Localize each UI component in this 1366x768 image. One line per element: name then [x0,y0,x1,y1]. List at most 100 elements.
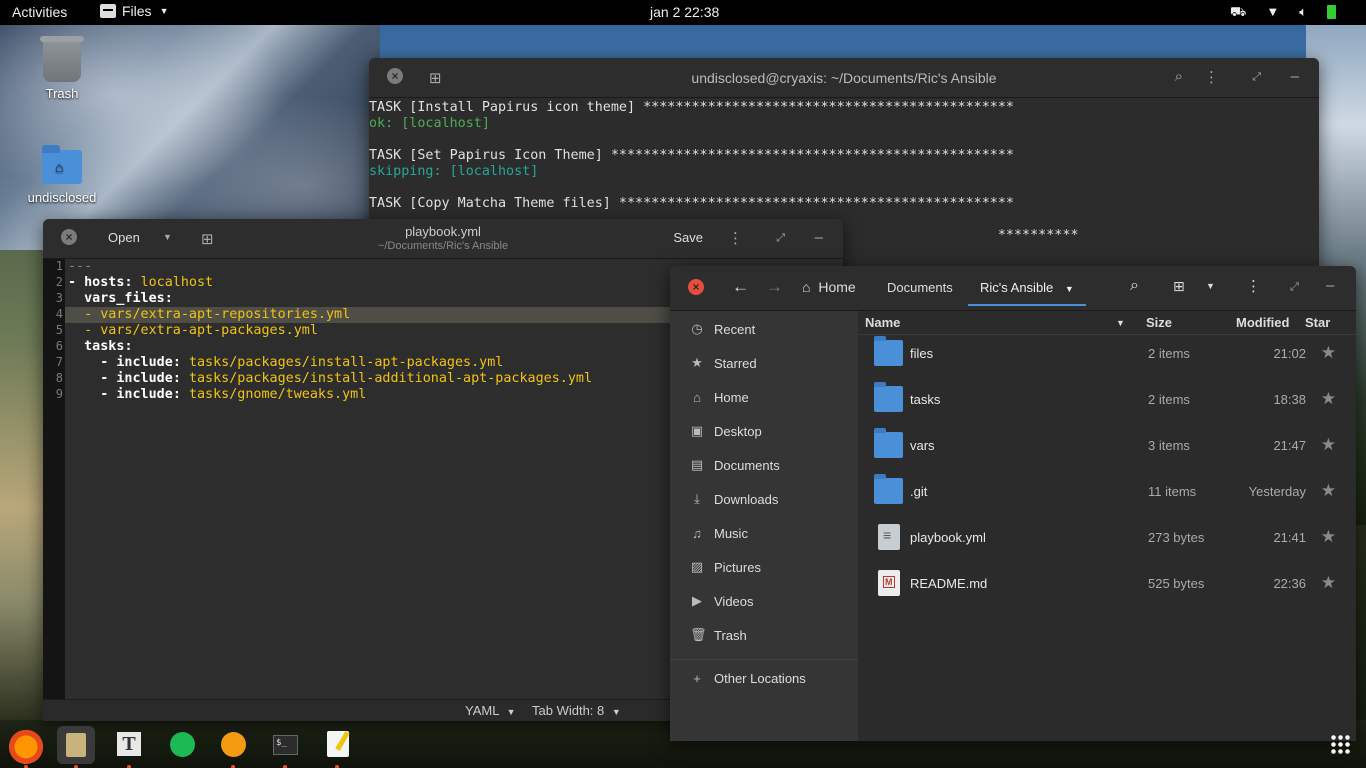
activities-button[interactable]: Activities [12,4,67,20]
volume-icon[interactable]: 🔈︎ [1299,4,1307,22]
desktop-home-folder[interactable]: ⌂ undisclosed [20,145,104,205]
files-icon[interactable] [57,726,95,768]
restore-icon[interactable]: ⤢ [1252,71,1261,84]
line-number: 8 [55,371,63,385]
firefox-icon[interactable] [7,726,45,768]
restore-icon[interactable]: ⤢ [776,232,785,245]
editor-headerbar: × Open ▼ ⊞ playbook.yml ~/Documents/Ric'… [43,219,843,259]
file-size: 2 items [1148,346,1190,361]
menu-icon[interactable]: ⋮ [728,229,743,247]
star-icon[interactable]: ★ [1321,573,1336,593]
terminal-icon[interactable]: $_ [266,726,304,768]
places-sidebar: ◷ Recent ★ Starred ⌂ Home ▣ Desktop ▤ Documen… [670,311,858,741]
menu-icon[interactable]: ⋮ [1246,277,1261,295]
save-label: Save [673,230,703,245]
forward-arrow-icon[interactable]: → [766,277,783,297]
star-icon[interactable]: ★ [1321,481,1336,501]
sidebar-item-starred[interactable]: ★ Starred [690,353,756,373]
sidebar-item-videos[interactable]: ▶ Videos [690,591,754,611]
caret-down-icon: ▼ [506,707,516,717]
document-title: playbook.yml [405,224,481,239]
terminal-line: TASK [Install Papirus icon theme] ******… [369,100,1014,115]
tab-width-selector[interactable]: Tab Width: 8 ▼ [532,703,621,718]
text-file-icon [878,524,900,550]
terminal-headerbar: × ⊞ undisclosed@cryaxis: ~/Documents/Ric… [369,58,1319,98]
star-icon[interactable]: ★ [1321,343,1336,363]
show-apps-icon[interactable] [1330,734,1350,754]
language-selector[interactable]: YAML ▼ [465,703,516,718]
home-icon: ⌂ [693,389,701,405]
sidebar-item-downloads[interactable]: ⤓ Downloads [690,489,778,509]
menu-icon[interactable]: ⋮ [1204,68,1219,86]
spotify-icon[interactable] [163,726,201,764]
text-editor-icon[interactable] [318,726,356,768]
line-number: 6 [55,339,63,353]
wifi-icon[interactable]: ▼ [1266,4,1279,22]
sidebar-item-home[interactable]: ⌂ Home [690,387,749,407]
typora-icon[interactable]: T [110,726,148,768]
desktop-trash[interactable]: Trash [30,36,94,101]
breadcrumb-documents[interactable]: Documents [887,280,953,295]
file-name: vars [910,438,935,453]
terminal-line: ok: [localhost] [369,116,490,131]
minimize-icon[interactable]: – [1291,68,1299,85]
minimize-icon[interactable]: – [1326,277,1334,294]
clock[interactable]: jan 2 22:38 [650,4,719,20]
file-row[interactable]: files 2 items 21:02 ★ [858,332,1356,378]
download-icon: ⤓ [694,491,700,506]
file-row[interactable]: vars 3 items 21:47 ★ [858,424,1356,470]
sort-caret-icon[interactable]: ▼ [1116,318,1125,328]
code-line: - hosts: localhost [68,275,214,290]
column-size[interactable]: Size [1146,315,1172,330]
search-icon[interactable]: ⌕ [1175,68,1183,85]
column-modified[interactable]: Modified [1236,315,1289,330]
column-star[interactable]: Star [1305,315,1330,330]
sidebar-item-music[interactable]: ♫ Music [690,523,748,543]
sidebar-item-pictures[interactable]: ▨ Pictures [690,557,761,577]
restore-icon[interactable]: ⤢ [1290,281,1299,294]
column-name[interactable]: Name [865,315,900,330]
breadcrumb-home[interactable]: ⌂ Home [802,279,856,295]
grid-view-icon[interactable]: ⊞ [1173,278,1185,295]
files-window[interactable]: × ← → ⌂ Home Documents Ric's Ansible ▼ ⌕… [670,266,1356,741]
save-button[interactable]: Save [673,230,703,245]
line-number: 1 [55,259,63,273]
sidebar-item-recent[interactable]: ◷ Recent [690,319,755,339]
hotspot-icon[interactable] [214,726,252,768]
home-folder-icon: ⌂ [42,145,82,184]
sidebar-item-trash[interactable]: 🗑︎ Trash [690,625,747,645]
system-tray[interactable]: ⛟ ▼ 🔈︎ [1230,4,1336,22]
file-modified: 21:02 [1273,346,1306,361]
input-method-icon[interactable]: ⛟ [1230,4,1246,22]
sidebar-item-other-locations[interactable]: + Other Locations [690,668,806,688]
file-row[interactable]: .git 11 items Yesterday ★ [858,470,1356,516]
back-arrow-icon[interactable]: ← [732,277,749,297]
star-icon[interactable]: ★ [1321,389,1336,409]
view-options-icon[interactable]: ▼ [1206,281,1215,291]
star-icon: ★ [691,355,703,370]
file-row[interactable]: playbook.yml 273 bytes 21:41 ★ [858,516,1356,562]
minimize-icon[interactable]: – [815,229,823,246]
line-number: 4 [55,307,63,321]
close-icon[interactable]: × [688,279,704,295]
file-row[interactable]: README.md 525 bytes 22:36 ★ [858,562,1356,608]
dock: T $_ [0,721,1366,768]
code-line: vars_files: [84,291,173,306]
home-icon: ⌂ [802,279,811,295]
file-name: README.md [910,576,988,591]
star-icon[interactable]: ★ [1321,435,1336,455]
sidebar-item-documents[interactable]: ▤ Documents [690,455,780,475]
terminal-line: TASK [Set Papirus Icon Theme] **********… [369,148,1014,163]
sidebar-item-desktop[interactable]: ▣ Desktop [690,421,762,441]
breadcrumb-current[interactable]: Ric's Ansible ▼ [968,280,1086,306]
battery-icon[interactable] [1327,5,1336,19]
line-number: 7 [55,355,63,369]
search-icon[interactable]: ⌕ [1130,277,1139,295]
star-icon[interactable]: ★ [1321,527,1336,547]
desktop-icon: ▣ [690,423,704,438]
file-row[interactable]: tasks 2 items 18:38 ★ [858,378,1356,424]
desktop-trash-label: Trash [45,86,79,101]
caret-down-icon: ▼ [1064,284,1074,294]
app-menu[interactable]: Files ▼ [100,3,168,19]
